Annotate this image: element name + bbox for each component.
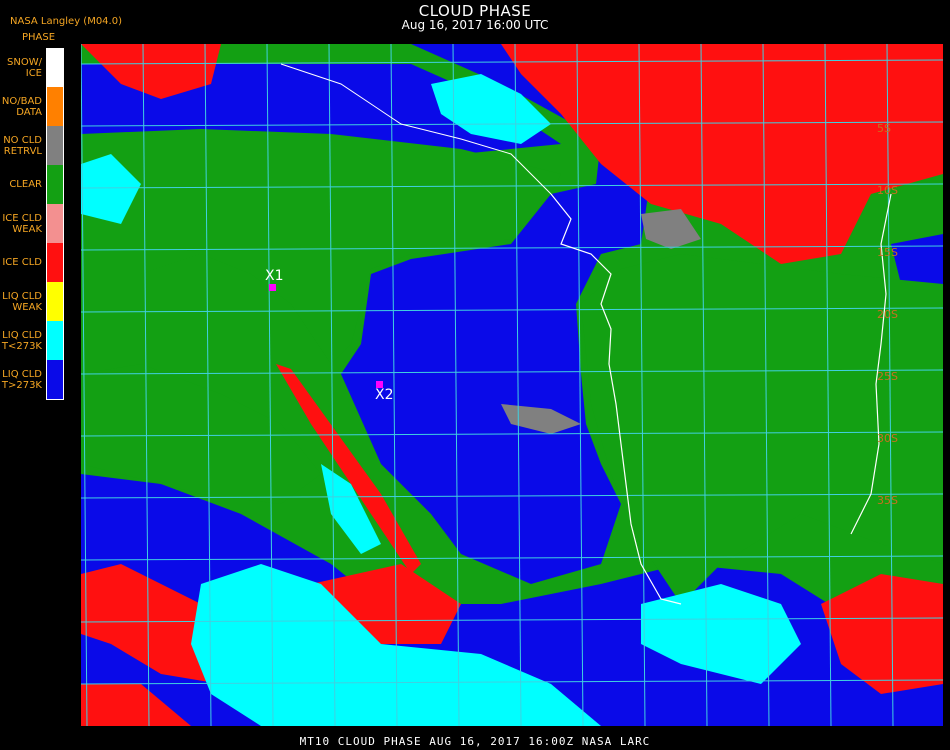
legend-swatch (46, 360, 64, 399)
legend-swatch (46, 243, 64, 282)
legend-swatch (46, 282, 64, 321)
legend-label: ICE CLD (2, 257, 42, 268)
product-credit: NASA Langley (M04.0) (10, 16, 122, 27)
phase-legend: SNOW/ ICE NO/BAD DATA NO CLD RETRVL CLEAR IC… (0, 48, 66, 400)
legend-item: ICE CLD WEAK (0, 204, 66, 243)
legend-item: LIQ CLD T>273K (0, 360, 66, 399)
marker-x1-label: X1 (265, 268, 284, 284)
legend-label: SNOW/ ICE (7, 57, 42, 79)
legend-label: NO CLD RETRVL (3, 135, 42, 157)
legend-item: LIQ CLD T<273K (0, 321, 66, 360)
legend-swatch (46, 87, 64, 126)
latitude-label: 30S (877, 432, 898, 445)
legend-item: ICE CLD (0, 243, 66, 282)
latitude-label: 15S (877, 246, 898, 259)
legend-label: ICE CLD WEAK (2, 213, 42, 235)
marker-x2-label: X2 (375, 387, 394, 403)
latitude-label: 5S (877, 122, 891, 135)
latitude-label: 20S (877, 308, 898, 321)
legend-item: LIQ CLD WEAK (0, 282, 66, 321)
map-timestamp: Aug 16, 2017 16:00 UTC (401, 18, 549, 32)
legend-item: CLEAR (0, 165, 66, 204)
legend-swatch (46, 126, 64, 165)
legend-label: LIQ CLD T>273K (1, 369, 42, 391)
legend-swatch (46, 48, 64, 87)
legend-item: NO/BAD DATA (0, 87, 66, 126)
legend-label: LIQ CLD T<273K (1, 330, 42, 352)
legend-item: NO CLD RETRVL (0, 126, 66, 165)
latitude-label: 35S (877, 494, 898, 507)
footer-caption: MT10 CLOUD PHASE AUG 16, 2017 16:00Z NAS… (299, 735, 651, 748)
cloud-phase-map: 5S 10S 15S 20S 25S 30S 35S X1 X2 (81, 44, 943, 726)
legend-label: CLEAR (9, 179, 42, 190)
marker-x1-point (269, 284, 276, 291)
latitude-label: 25S (877, 370, 898, 383)
legend-swatch (46, 204, 64, 243)
legend-label: NO/BAD DATA (1, 96, 42, 118)
legend-swatch (46, 165, 64, 204)
latitude-label: 10S (877, 184, 898, 197)
legend-item: SNOW/ ICE (0, 48, 66, 87)
legend-title: PHASE (22, 32, 56, 43)
legend-swatch (46, 321, 64, 360)
legend-label: LIQ CLD WEAK (2, 291, 42, 313)
map-canvas (81, 44, 943, 726)
